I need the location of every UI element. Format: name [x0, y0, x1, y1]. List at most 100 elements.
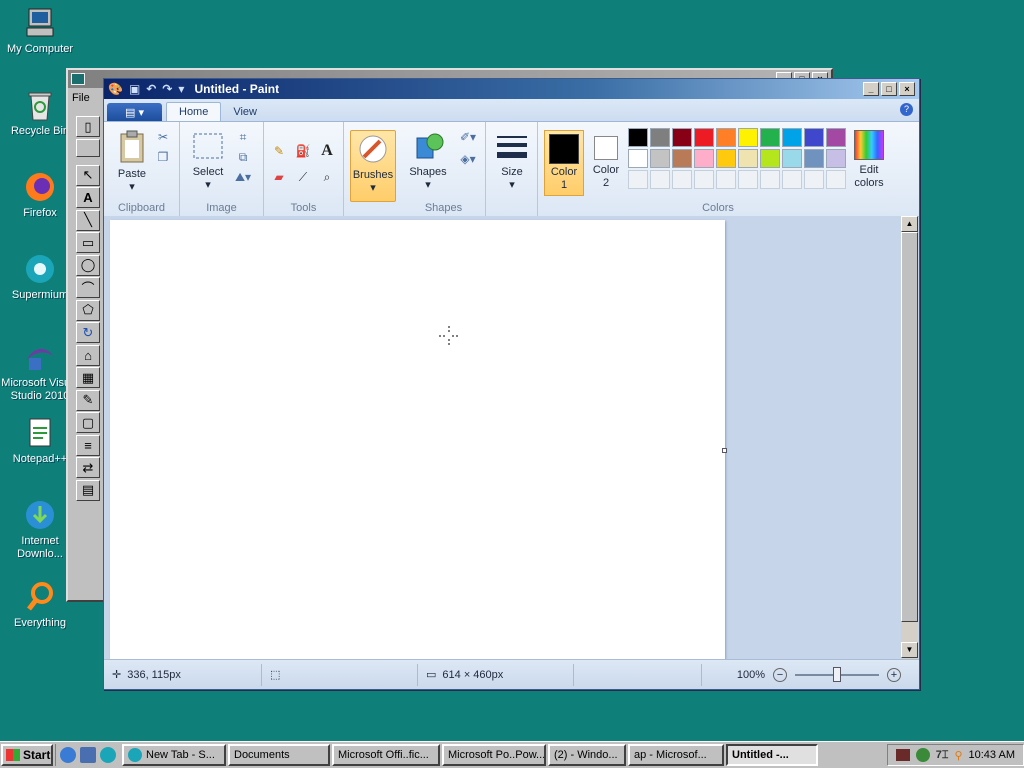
palette-swatch[interactable] — [672, 128, 692, 147]
custom-color-slot[interactable] — [782, 170, 802, 189]
outline-icon[interactable]: ✐▾ — [454, 128, 482, 146]
color1-button[interactable]: Color 1 — [544, 130, 584, 196]
scroll-up-arrow[interactable]: ▲ — [901, 216, 918, 232]
resize-icon[interactable]: ⧉ — [234, 148, 252, 166]
desktop-icon-my-computer[interactable]: My Computer — [0, 6, 80, 56]
palette-swatch[interactable] — [782, 128, 802, 147]
menu-file[interactable]: File — [72, 92, 90, 104]
custom-color-slot[interactable] — [716, 170, 736, 189]
taskbar-item[interactable]: Microsoft Po..Pow... — [442, 744, 546, 766]
scroll-thumb[interactable] — [901, 232, 918, 622]
text-tool-icon[interactable]: A — [76, 187, 100, 208]
palette-swatch[interactable] — [804, 149, 824, 168]
customize-toolbar-icon[interactable]: ▾ — [178, 82, 184, 96]
fill-tool-icon[interactable]: ▦ — [76, 367, 100, 388]
start-button[interactable]: Start — [1, 744, 53, 766]
vertical-scrollbar[interactable]: ▲ ▼ — [901, 216, 918, 660]
eraser-icon[interactable]: ▰ — [270, 168, 288, 186]
minimize-button[interactable]: _ — [863, 82, 879, 96]
size-button[interactable]: Size ▾ — [492, 132, 532, 192]
new-file-tool-icon[interactable]: ▯ — [76, 116, 100, 137]
network-tray-icon[interactable] — [915, 748, 930, 762]
close-button[interactable]: × — [899, 82, 915, 96]
palette-swatch[interactable] — [694, 149, 714, 168]
taskbar-item-active[interactable]: Untitled -... — [726, 744, 818, 766]
palette-swatch[interactable] — [760, 128, 780, 147]
rectangle-tool-icon[interactable]: ▭ — [76, 232, 100, 253]
custom-color-slot[interactable] — [628, 170, 648, 189]
palette-swatch[interactable] — [628, 128, 648, 147]
pattern-tool-icon[interactable]: ▤ — [76, 479, 100, 501]
palette-swatch[interactable] — [826, 128, 846, 147]
text-icon[interactable]: A — [318, 142, 336, 160]
arrows-tool-icon[interactable]: ⇄ — [76, 457, 100, 478]
scroll-track[interactable] — [901, 622, 918, 642]
curve-tool-icon[interactable]: ⌒ — [76, 277, 100, 298]
edit-colors-button[interactable]: Edit colors — [846, 130, 892, 190]
drawing-canvas[interactable] — [110, 220, 727, 660]
supermium-icon[interactable] — [100, 747, 116, 763]
tab-home[interactable]: Home — [166, 102, 222, 121]
shapes-button[interactable]: Shapes ▾ — [406, 130, 450, 192]
ellipse-tool-icon[interactable]: ◯ — [76, 254, 100, 276]
pointer-tool-icon[interactable]: ↖ — [76, 164, 100, 186]
redo-icon[interactable]: ↷ — [162, 82, 172, 96]
fill-bucket-icon[interactable]: ⛽ — [294, 142, 312, 160]
palette-swatch[interactable] — [628, 149, 648, 168]
paint-window[interactable]: 🎨 ▣ ↶ ↷ ▾ Untitled - Paint _ □ × ▤ ▾ Hom… — [103, 78, 920, 690]
palette-swatch[interactable] — [738, 149, 758, 168]
line-width-tool-icon[interactable]: ≡ — [76, 434, 100, 456]
rotate-icon[interactable]: ⛰▾ — [234, 168, 252, 186]
copy-icon[interactable]: ❐ — [154, 148, 172, 166]
custom-color-slot[interactable] — [826, 170, 846, 189]
custom-color-slot[interactable] — [738, 170, 758, 189]
canvas-resize-handle[interactable] — [722, 448, 727, 453]
brushes-button[interactable]: Brushes ▾ — [350, 130, 396, 202]
line-tool-icon[interactable]: ╲ — [76, 209, 100, 231]
taskbar-item[interactable]: Microsoft Offi..fic... — [332, 744, 440, 766]
monitor-tray-icon[interactable] — [895, 749, 910, 761]
custom-color-slot[interactable] — [694, 170, 714, 189]
freeform-tool-icon[interactable]: ⬠ — [76, 299, 100, 321]
crop-icon[interactable]: ⌗ — [234, 128, 252, 146]
custom-color-slot[interactable] — [760, 170, 780, 189]
browser-icon[interactable] — [60, 747, 76, 763]
maximize-button[interactable]: □ — [881, 82, 897, 96]
taskbar-item[interactable]: New Tab - S... — [122, 744, 226, 766]
palette-swatch[interactable] — [672, 149, 692, 168]
search-tray-icon[interactable]: ⚲ — [954, 749, 962, 762]
paint-titlebar[interactable]: 🎨 ▣ ↶ ↷ ▾ Untitled - Paint _ □ × — [104, 79, 919, 99]
palette-swatch[interactable] — [716, 149, 736, 168]
taskbar-item[interactable]: ap - Microsof... — [628, 744, 724, 766]
zoom-out-icon[interactable]: − — [773, 667, 787, 682]
palette-swatch[interactable] — [826, 149, 846, 168]
zoom-slider-thumb[interactable] — [833, 666, 841, 682]
palette-swatch[interactable] — [782, 149, 802, 168]
color-picker-icon[interactable]: ⟋ — [294, 168, 312, 186]
zoom-in-icon[interactable]: + — [887, 667, 901, 682]
palette-swatch[interactable] — [716, 128, 736, 147]
rotate-tool-icon[interactable]: ↻ — [76, 322, 100, 343]
tab-view[interactable]: View — [221, 103, 269, 121]
paint-menu-button[interactable]: ▤ ▾ — [107, 103, 162, 121]
palette-swatch[interactable] — [694, 128, 714, 147]
color2-button[interactable]: Color 2 — [588, 130, 624, 190]
undo-icon[interactable]: ↶ — [146, 82, 156, 96]
magnifier-icon[interactable]: ⌕ — [318, 168, 336, 186]
pencil-icon[interactable]: ✎ — [270, 142, 288, 160]
select-button[interactable]: Select ▾ — [188, 130, 228, 192]
house-shape-tool-icon[interactable]: ⌂ — [76, 344, 100, 366]
help-icon[interactable]: ? — [900, 103, 913, 116]
brush-tool-icon[interactable]: ✎ — [76, 389, 100, 411]
input-tray-icon[interactable]: 7⌶ — [936, 749, 949, 762]
cut-icon[interactable]: ✂ — [154, 128, 172, 146]
palette-swatch[interactable] — [760, 149, 780, 168]
palette-swatch[interactable] — [738, 128, 758, 147]
custom-color-slot[interactable] — [804, 170, 824, 189]
palette-swatch[interactable] — [650, 128, 670, 147]
custom-color-slot[interactable] — [672, 170, 692, 189]
palette-swatch[interactable] — [804, 128, 824, 147]
save-icon[interactable]: ▣ — [129, 82, 140, 96]
taskbar-item[interactable]: Documents — [228, 744, 330, 766]
frame-tool-icon[interactable]: ▢ — [76, 412, 100, 433]
